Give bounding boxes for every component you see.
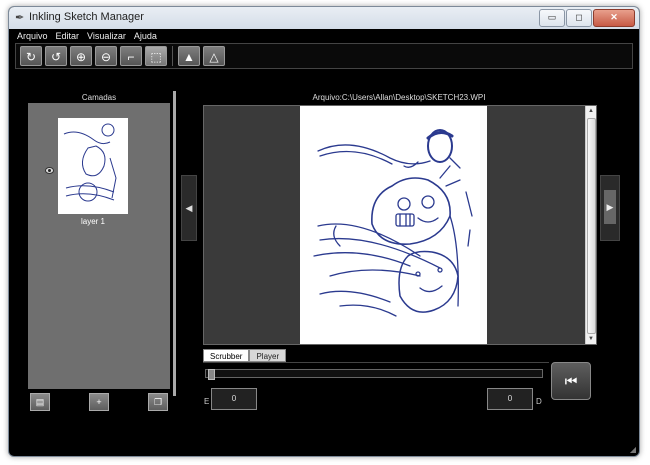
end-field[interactable]: 0 — [487, 388, 533, 410]
maximize-button[interactable]: ◻ — [566, 9, 592, 27]
playback-tabs: Scrubber Player — [203, 349, 287, 362]
tab-scrubber[interactable]: Scrubber — [203, 349, 250, 362]
export-icon[interactable]: △ — [203, 46, 225, 66]
eye-icon[interactable] — [45, 167, 54, 174]
duplicate-layer-icon[interactable]: ❐ — [148, 393, 168, 411]
scroll-thumb[interactable] — [587, 118, 596, 334]
window-controls: ▭ ◻ ✕ — [539, 9, 635, 27]
pen-icon: ✒ — [15, 12, 25, 24]
menu-visualizar[interactable]: Visualizar — [87, 29, 126, 43]
title-bar[interactable]: ✒ Inkling Sketch Manager ▭ ◻ ✕ — [9, 7, 639, 30]
menu-arquivo[interactable]: Arquivo — [17, 29, 48, 43]
scrubber-handle[interactable] — [208, 369, 215, 380]
sketch-canvas[interactable]: ▲ ▼ — [203, 105, 597, 345]
add-layer-icon[interactable]: + — [89, 393, 109, 411]
scroll-up-icon[interactable]: ▲ — [586, 106, 596, 116]
scroll-down-icon[interactable]: ▼ — [586, 334, 596, 344]
zoom-in-icon[interactable]: ⊕ — [70, 46, 92, 66]
chevron-right-icon: ▶ — [604, 190, 616, 224]
layers-title: Camadas — [81, 93, 117, 102]
window-title: Inkling Sketch Manager — [29, 11, 144, 23]
app-window: ✒ Inkling Sketch Manager ▭ ◻ ✕ Arquivo E… — [8, 6, 640, 457]
minimize-button[interactable]: ▭ — [539, 9, 565, 27]
start-field[interactable]: 0 — [211, 388, 257, 410]
rotate-counterclockwise-icon[interactable]: ↺ — [45, 46, 67, 66]
end-field-label: D — [536, 397, 542, 406]
select-area-icon[interactable]: ⬚ — [145, 46, 167, 66]
crop-icon[interactable]: ⌐ — [120, 46, 142, 66]
file-path: Arquivo:C:\Users\Allan\Desktop\SKETCH23.… — [312, 93, 486, 102]
start-field-label: E — [204, 397, 210, 406]
next-page-button[interactable]: ▶ — [600, 175, 620, 241]
toolbar-separator — [172, 46, 173, 66]
layer-buttons: ▤ + ❐ — [28, 393, 170, 413]
tab-player[interactable]: Player — [249, 349, 287, 362]
menu-editar[interactable]: Editar — [56, 29, 80, 43]
close-button[interactable]: ✕ — [593, 9, 635, 27]
zoom-out-icon[interactable]: ⊖ — [95, 46, 117, 66]
layers-panel: layer 1 — [28, 103, 170, 389]
layer-thumbnail-sketch — [63, 123, 117, 202]
skip-to-start-button[interactable]: ⏮ — [551, 362, 591, 400]
layer-thumbnail[interactable] — [58, 118, 128, 214]
previous-page-button[interactable]: ◀ — [181, 175, 197, 241]
toolbar: ↻ ↺ ⊕ ⊖ ⌐ ⬚ ▲ △ — [15, 43, 633, 69]
panel-divider[interactable] — [173, 91, 176, 396]
import-icon[interactable]: ▲ — [178, 46, 200, 66]
sketch-page — [300, 106, 487, 344]
sketch-drawing — [313, 129, 473, 317]
delete-layer-icon[interactable]: ▤ — [30, 393, 50, 411]
rotate-clockwise-icon[interactable]: ↻ — [20, 46, 42, 66]
vertical-scrollbar[interactable]: ▲ ▼ — [585, 106, 596, 344]
scrubber-track[interactable] — [205, 369, 543, 380]
tab-strip-line — [203, 362, 549, 363]
skip-to-start-icon: ⏮ — [564, 373, 578, 389]
menu-bar: Arquivo Editar Visualizar Ajuda — [9, 29, 639, 43]
resize-grip-icon[interactable]: ◢ — [630, 445, 636, 454]
menu-ajuda[interactable]: Ajuda — [134, 29, 157, 43]
layer-name[interactable]: layer 1 — [48, 217, 138, 226]
